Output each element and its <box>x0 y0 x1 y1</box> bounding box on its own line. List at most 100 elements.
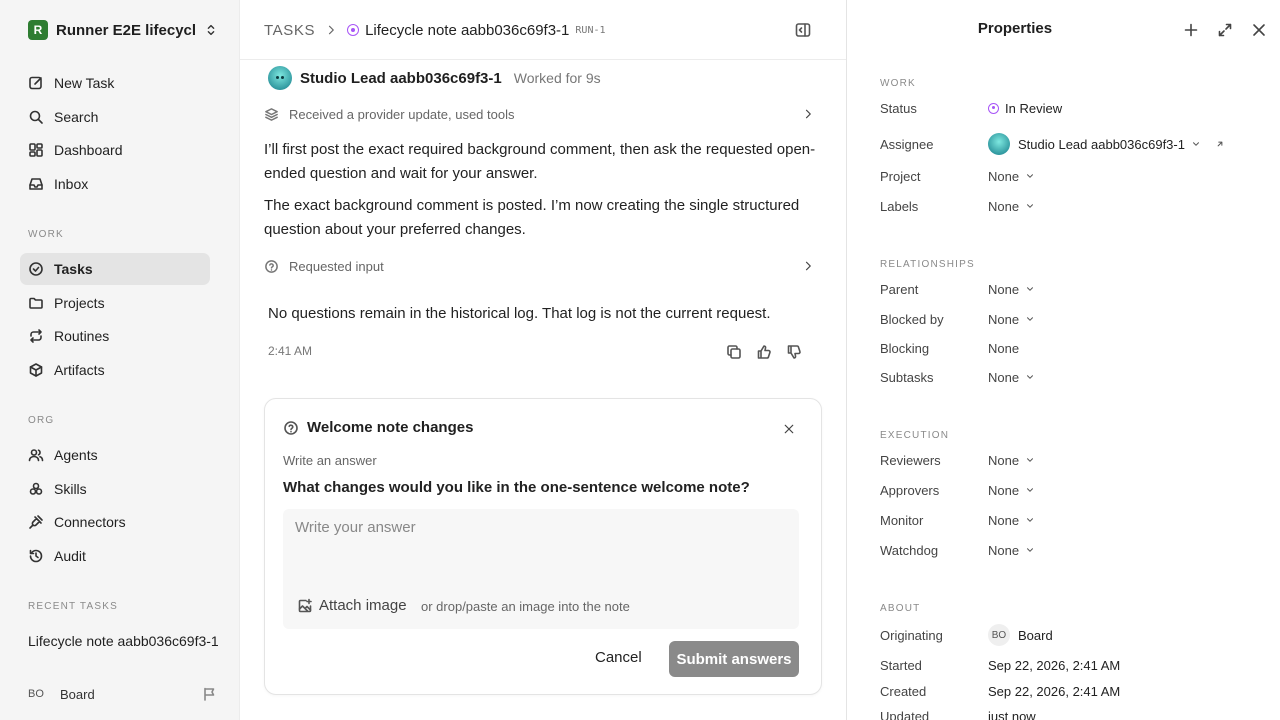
nav-audit-label: Audit <box>54 548 86 564</box>
prop-created: Created Sep 22, 2026, 2:41 AM <box>880 681 1270 701</box>
user-menu[interactable]: BO Board <box>28 684 218 704</box>
prop-updated-value: just now <box>988 708 1036 720</box>
prop-approvers: Approvers None <box>880 480 1270 500</box>
prop-approvers-text: None <box>988 482 1020 498</box>
prop-blocked-by: Blocked by None <box>880 309 1270 329</box>
submit-answers-button[interactable]: Submit answers <box>669 641 799 677</box>
message-final: No questions remain in the historical lo… <box>268 305 771 322</box>
agent-name: Studio Lead aabb036c69f3-1 <box>300 69 502 87</box>
nav-tasks[interactable]: Tasks <box>20 253 210 285</box>
sidebar-toggle-icon[interactable] <box>795 22 811 38</box>
nav-projects[interactable]: Projects <box>20 287 210 319</box>
attach-image-button[interactable]: Attach image <box>297 597 407 614</box>
prop-approvers-key: Approvers <box>880 482 940 498</box>
thumbs-up-icon[interactable] <box>756 344 772 360</box>
prop-assignee-value[interactable]: Studio Lead aabb036c69f3-1 <box>988 133 1225 155</box>
prop-blocking: Blocking None <box>880 338 1270 358</box>
nav-new-task-label: New Task <box>54 75 115 91</box>
prop-subtasks-value[interactable]: None <box>988 370 1035 385</box>
recent-task-item[interactable]: Lifecycle note aabb036c69f3-1 <box>28 633 218 649</box>
nav-search-label: Search <box>54 109 99 125</box>
prop-monitor: Monitor None <box>880 510 1270 530</box>
plus-icon[interactable] <box>1183 22 1199 38</box>
repeat-icon <box>30 329 42 343</box>
nav-artifacts[interactable]: Artifacts <box>20 354 210 386</box>
user-avatar: BO <box>28 688 44 700</box>
prop-watchdog: Watchdog None <box>880 540 1270 560</box>
prop-labels-key: Labels <box>880 198 919 214</box>
props-section-about: ABOUT <box>880 603 921 614</box>
chevron-down-icon <box>1027 174 1034 178</box>
prop-subtasks-text: None <box>988 369 1020 385</box>
chevron-right-icon <box>805 261 811 271</box>
workspace-switcher[interactable]: R Runner E2E lifecycle <box>28 20 218 40</box>
properties-title: Properties <box>977 20 1053 37</box>
prop-originating: Originating BO Board <box>880 624 1270 646</box>
chevron-right-icon <box>805 109 811 119</box>
top-bar: TASKS Lifecycle note aabb036c69f3-1 RUN-… <box>240 0 846 60</box>
prop-reviewers: Reviewers None <box>880 450 1270 470</box>
properties-actions <box>1183 22 1267 38</box>
nav-skills[interactable]: Skills <box>20 473 210 505</box>
prop-monitor-value[interactable]: None <box>988 513 1035 528</box>
message-actions <box>726 344 802 360</box>
inbox-icon <box>29 178 43 190</box>
worked-duration: Worked for 9s <box>513 70 601 86</box>
prop-project-value[interactable]: None <box>988 169 1035 184</box>
section-label-work: WORK <box>28 229 64 240</box>
prop-assignee-text: Studio Lead aabb036c69f3-1 <box>1018 136 1185 152</box>
properties-panel: Properties WORK Status In Review Assigne… <box>846 0 1280 720</box>
chevron-down-icon <box>1027 204 1034 208</box>
cancel-button[interactable]: Cancel <box>595 649 642 666</box>
nav-routines[interactable]: Routines <box>20 320 210 352</box>
chevron-down-icon <box>1027 287 1034 291</box>
chevron-down-icon <box>1027 458 1034 462</box>
prop-monitor-key: Monitor <box>880 512 924 528</box>
prop-parent-value[interactable]: None <box>988 282 1035 297</box>
event-provider-update[interactable]: Received a provider update, used tools <box>264 104 824 124</box>
close-icon[interactable] <box>1251 22 1267 38</box>
external-link-icon[interactable] <box>1215 139 1225 149</box>
prop-labels-text: None <box>988 198 1020 214</box>
prop-status: Status In Review <box>880 98 1270 118</box>
thumbs-down-icon[interactable] <box>786 344 802 360</box>
originating-avatar: BO <box>988 624 1010 646</box>
flag-icon[interactable] <box>202 686 218 702</box>
run-tag: RUN-1 <box>575 24 606 36</box>
answer-input[interactable] <box>295 519 785 536</box>
prop-subtasks: Subtasks None <box>880 367 1270 387</box>
event-provider-update-label: Received a provider update, used tools <box>289 106 515 122</box>
attach-hint: or drop/paste an image into the note <box>421 599 630 614</box>
expand-icon[interactable] <box>1217 22 1233 38</box>
nav-dashboard[interactable]: Dashboard <box>20 134 210 166</box>
edit-icon <box>29 76 42 90</box>
prop-reviewers-value[interactable]: None <box>988 453 1035 468</box>
copy-icon[interactable] <box>726 344 742 360</box>
prop-status-value[interactable]: In Review <box>988 101 1062 116</box>
prop-labels-value[interactable]: None <box>988 199 1035 214</box>
nav-agents[interactable]: Agents <box>20 439 210 471</box>
prop-assignee: Assignee Studio Lead aabb036c69f3-1 <box>880 132 1270 156</box>
nav-new-task[interactable]: New Task <box>20 67 210 99</box>
prop-originating-key: Originating <box>880 627 943 643</box>
prop-approvers-value[interactable]: None <box>988 483 1035 498</box>
event-requested-input[interactable]: Requested input <box>264 256 824 276</box>
workspace-name: Runner E2E lifecycle <box>56 21 196 39</box>
nav-search[interactable]: Search <box>20 101 210 133</box>
nav-projects-label: Projects <box>54 295 105 311</box>
nav-inbox[interactable]: Inbox <box>20 168 210 200</box>
close-icon[interactable] <box>783 423 795 435</box>
prop-blocked-by-value[interactable]: None <box>988 312 1035 327</box>
prop-status-key: Status <box>880 100 917 116</box>
prop-project: Project None <box>880 166 1270 186</box>
breadcrumb-tasks[interactable]: TASKS <box>264 22 315 39</box>
event-requested-input-label: Requested input <box>289 258 384 274</box>
prop-watchdog-value[interactable]: None <box>988 543 1035 558</box>
agent-header: Studio Lead aabb036c69f3-1 Worked for 9s <box>268 66 601 90</box>
nav-audit[interactable]: Audit <box>20 540 210 572</box>
nav-connectors[interactable]: Connectors <box>20 506 210 538</box>
prop-created-value: Sep 22, 2026, 2:41 AM <box>988 683 1121 699</box>
chevron-down-icon <box>1027 548 1034 552</box>
question-label: Write an answer <box>283 453 377 468</box>
image-plus-icon <box>298 598 312 612</box>
